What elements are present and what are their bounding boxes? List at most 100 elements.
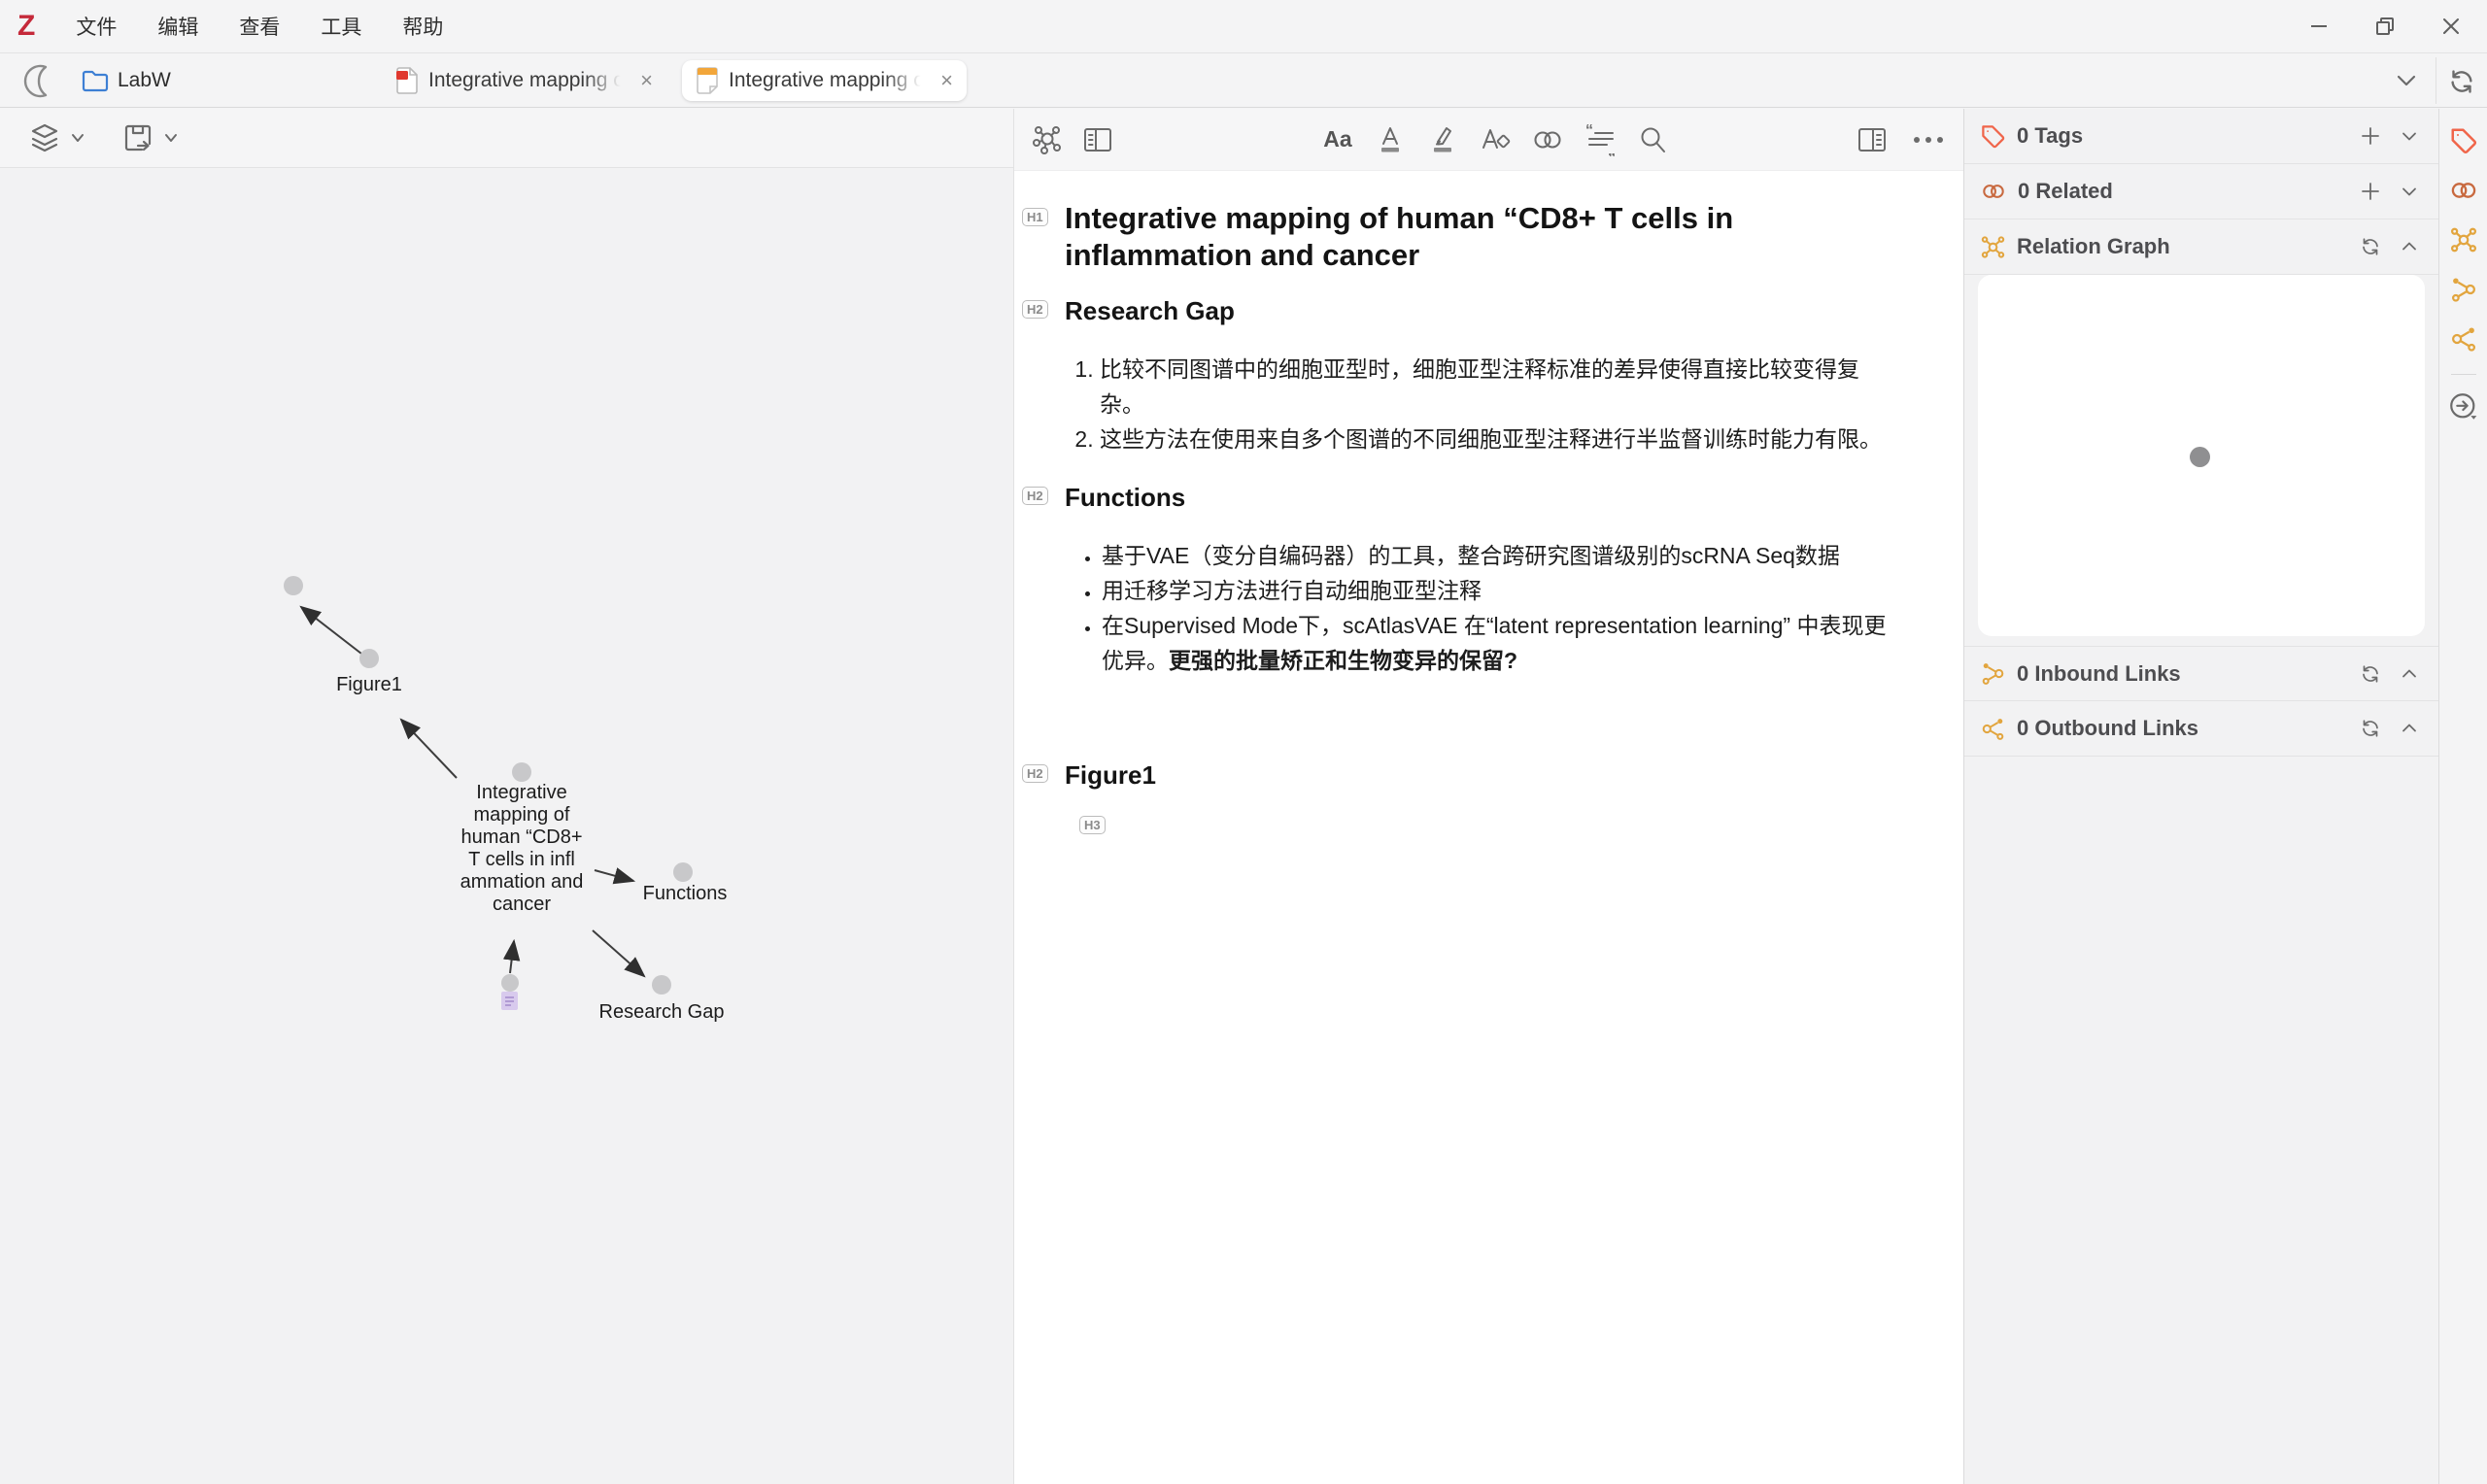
clear-format-icon[interactable]	[1478, 122, 1513, 157]
sync-icon[interactable]	[2447, 67, 2476, 96]
svg-text:“: “	[1585, 123, 1593, 139]
empty-h3-heading: H3	[1065, 816, 1919, 834]
heading-research-gap: H2 Research Gap	[1065, 295, 1919, 326]
tab-note[interactable]: Integrative mapping of h ×	[682, 60, 967, 101]
search-icon[interactable]	[1635, 122, 1670, 157]
graph-node-dot[interactable]	[284, 576, 303, 595]
plus-icon[interactable]	[2359, 180, 2382, 203]
editor-toolbar: Aa “„	[1014, 109, 1963, 171]
related-section-header[interactable]: 0 Related	[1964, 164, 2438, 219]
tab-pdf[interactable]: Integrative mapping of h ×	[382, 60, 666, 101]
chevron-down-icon[interactable]	[2398, 124, 2421, 148]
mindmap-canvas[interactable]: Figure1 Integrative mapping of human “CD…	[0, 168, 1013, 1484]
tags-section-header[interactable]: 0 Tags	[1964, 109, 2438, 164]
text-format-icon[interactable]: Aa	[1320, 122, 1355, 157]
outbound-links-icon[interactable]	[2447, 322, 2480, 355]
list-item: 这些方法在使用来自多个图谱的不同细胞亚型注释进行半监督训练时能力有限。	[1100, 422, 1891, 456]
svg-text:ammation and: ammation and	[460, 871, 584, 893]
note-editor-content[interactable]: H1 Integrative mapping of human “CD8+ T …	[1014, 171, 1963, 1484]
inbound-links-icon	[1980, 660, 2006, 687]
close-icon[interactable]: ×	[938, 70, 955, 91]
graph-node-dot[interactable]	[652, 975, 671, 995]
list-item: 基于VAE（变分自编码器）的工具，整合跨研究图谱级别的scRNA Seq数据	[1102, 538, 1900, 573]
note-icon	[696, 67, 719, 94]
svg-text:T cells in infl: T cells in infl	[468, 849, 575, 870]
more-icon[interactable]	[1911, 122, 1946, 157]
library-tab[interactable]: LabW	[82, 63, 171, 98]
menu-tools[interactable]: 工具	[321, 12, 361, 41]
minimize-icon[interactable]	[2308, 16, 2330, 37]
note-doc-icon[interactable]	[501, 992, 518, 1010]
plus-icon[interactable]	[2359, 124, 2382, 148]
inbound-links-count-label: 0 Inbound Links	[2017, 661, 2181, 687]
menu-file[interactable]: 文件	[76, 12, 117, 41]
graph-icon[interactable]	[1030, 122, 1065, 157]
heading-functions: H2 Functions	[1065, 482, 1919, 513]
chevron-up-icon[interactable]	[2398, 235, 2421, 258]
export-menu-button[interactable]	[120, 121, 179, 154]
heading-figure1: H2 Figure1	[1065, 759, 1919, 791]
menu-view[interactable]: 查看	[239, 12, 280, 41]
menu-edit[interactable]: 编辑	[157, 12, 198, 41]
item-sidebar: 0 Tags 0 Related Relation Graph	[1963, 109, 2438, 1484]
divider	[2451, 374, 2476, 375]
relation-graph-node[interactable]	[2190, 447, 2210, 467]
relation-graph-label: Relation Graph	[2017, 234, 2170, 259]
tag-icon	[1980, 123, 2006, 150]
svg-text:„: „	[1608, 143, 1616, 156]
citation-icon[interactable]: “„	[1583, 122, 1618, 157]
h2-badge: H2	[1022, 764, 1048, 783]
mindmap-toolbar	[0, 109, 1013, 168]
relation-graph-icon[interactable]	[2447, 223, 2480, 256]
note-editor-pane: Aa “„	[1013, 109, 1963, 1484]
close-icon[interactable]	[2440, 16, 2462, 37]
mindmap-node-figure1[interactable]: Figure1	[336, 674, 402, 695]
link-icon[interactable]	[1530, 122, 1565, 157]
mindmap-node-title[interactable]: Integrative mapping of human “CD8+ T cel…	[460, 782, 584, 915]
list-item: 用迁移学习方法进行自动细胞亚型注释	[1102, 573, 1900, 608]
graph-node-dot[interactable]	[512, 762, 531, 782]
pdf-icon	[395, 67, 419, 94]
relation-graph-section-header[interactable]: Relation Graph	[1964, 219, 2438, 275]
inbound-links-section-header[interactable]: 0 Inbound Links	[1964, 646, 2438, 701]
outbound-links-icon	[1980, 716, 2006, 742]
mindmap-pane: Figure1 Integrative mapping of human “CD…	[0, 109, 1013, 1484]
svg-text:human “CD8+: human “CD8+	[460, 826, 582, 848]
mindmap-node-functions[interactable]: Functions	[643, 883, 728, 904]
outbound-links-section-header[interactable]: 0 Outbound Links	[1964, 701, 2438, 757]
tag-icon[interactable]	[2447, 124, 2480, 157]
relation-graph-canvas[interactable]	[1978, 275, 2425, 636]
sync-icon[interactable]	[2359, 662, 2382, 686]
related-count-label: 0 Related	[2018, 179, 2113, 204]
graph-node-dot[interactable]	[359, 649, 379, 668]
close-icon[interactable]: ×	[638, 70, 655, 91]
svg-text:cancer: cancer	[493, 894, 551, 915]
inbound-links-icon[interactable]	[2447, 273, 2480, 306]
text-color-icon[interactable]	[1373, 122, 1408, 157]
folder-icon	[82, 69, 109, 92]
sync-icon[interactable]	[2359, 717, 2382, 740]
chevron-down-icon[interactable]	[2392, 69, 2421, 92]
functions-list: 基于VAE（变分自编码器）的工具，整合跨研究图谱级别的scRNA Seq数据 用…	[1065, 538, 1900, 678]
sync-icon[interactable]	[2359, 235, 2382, 258]
menu-help[interactable]: 帮助	[402, 12, 443, 41]
chevron-up-icon[interactable]	[2398, 662, 2421, 686]
h2-badge: H2	[1022, 487, 1048, 505]
mindmap-node-research-gap[interactable]: Research Gap	[599, 1001, 725, 1023]
graph-node-dot[interactable]	[501, 974, 519, 992]
app-logo: Z	[17, 12, 35, 41]
tab-bar: LabW Integrative mapping of h × Integrat…	[0, 53, 2487, 108]
export-circle-icon[interactable]	[2447, 390, 2480, 423]
layers-menu-button[interactable]	[27, 121, 85, 154]
maximize-icon[interactable]	[2374, 16, 2396, 37]
highlight-icon[interactable]	[1425, 122, 1460, 157]
tab-title: Integrative mapping of h	[729, 69, 929, 92]
moon-icon[interactable]	[23, 62, 60, 99]
related-icon[interactable]	[2447, 174, 2480, 207]
graph-node-dot[interactable]	[673, 862, 693, 882]
panel-right-icon[interactable]	[1855, 122, 1890, 157]
chevron-down-icon[interactable]	[2398, 180, 2421, 203]
chevron-up-icon[interactable]	[2398, 717, 2421, 740]
panel-left-icon[interactable]	[1080, 122, 1115, 157]
note-title: H1 Integrative mapping of human “CD8+ T …	[1065, 200, 1900, 274]
